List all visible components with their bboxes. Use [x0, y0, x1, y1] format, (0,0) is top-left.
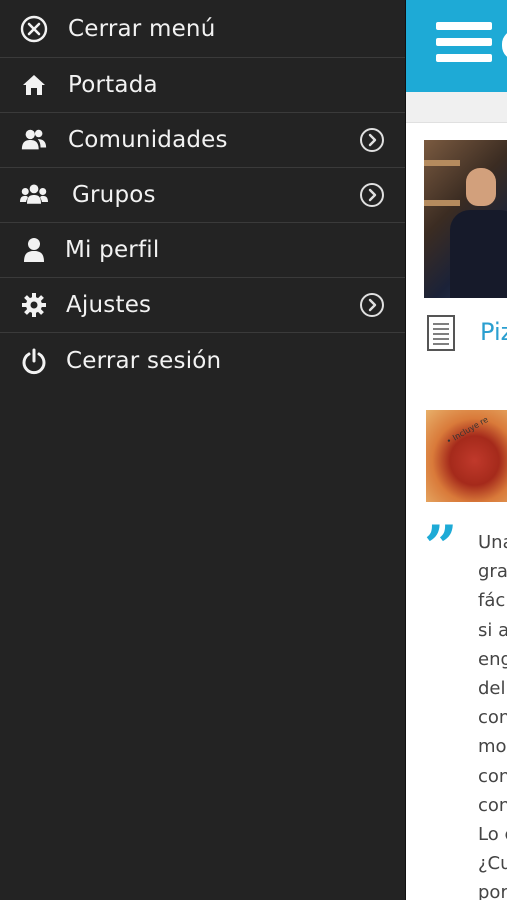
quote-line: del [478, 677, 506, 699]
quote-line: por [478, 882, 507, 900]
menu-item-label: Cerrar menú [68, 15, 216, 42]
app-header [406, 0, 507, 92]
menu-item-label: Portada [68, 72, 158, 98]
menu-item-label: Cerrar sesión [66, 347, 222, 374]
sub-header-bar [406, 92, 507, 123]
quote-line: eng [478, 648, 507, 670]
menu-item-comunidades[interactable]: Comunidades [0, 113, 405, 168]
quote-line: mo [478, 736, 507, 758]
quote-text: Una gra fác si a eng del con mo con con … [478, 528, 507, 900]
quote-line: con [478, 794, 507, 816]
quote-icon: ” [424, 513, 458, 581]
menu-item-label: Comunidades [68, 127, 228, 153]
quote-line: Una [478, 532, 507, 553]
power-icon [20, 347, 48, 375]
chevron-right-icon[interactable] [359, 292, 385, 318]
hamburger-menu-icon[interactable] [436, 22, 492, 70]
chevron-right-icon[interactable] [359, 127, 385, 153]
quote-line: si a [478, 619, 507, 641]
menu-item-cerrar-sesion[interactable]: Cerrar sesión [0, 333, 405, 388]
chevron-right-icon[interactable] [359, 182, 385, 208]
quote-line: ¿Cu [478, 853, 507, 875]
user-icon [20, 236, 48, 264]
menu-item-portada[interactable]: Portada [0, 58, 405, 113]
community-icon [20, 126, 48, 154]
quote-line: con [478, 707, 507, 729]
side-menu: Cerrar menú Portada Comunidades Grupos M… [0, 0, 406, 900]
quote-line: fác [478, 590, 506, 612]
article-image[interactable]: • Incluye re [426, 410, 507, 502]
background-page[interactable]: Piz • Incluye re ” Una gra fác si a eng … [406, 0, 507, 900]
document-icon [426, 314, 456, 352]
menu-item-mi-perfil[interactable]: Mi perfil [0, 223, 405, 278]
article-photo[interactable] [424, 140, 507, 298]
image-tag-text: • Incluye re [444, 414, 490, 447]
home-icon [20, 71, 48, 99]
quote-line: con [478, 765, 507, 787]
menu-item-label: Ajustes [66, 292, 152, 318]
quote-line: gra [478, 561, 507, 583]
article-title[interactable]: Piz [480, 318, 507, 346]
menu-item-grupos[interactable]: Grupos [0, 168, 405, 223]
groups-icon [20, 181, 48, 209]
menu-item-label: Mi perfil [65, 237, 160, 263]
menu-item-close-menu[interactable]: Cerrar menú [0, 0, 405, 58]
gear-icon [20, 291, 48, 319]
header-logo-partial [502, 30, 507, 60]
menu-item-ajustes[interactable]: Ajustes [0, 278, 405, 333]
quote-line: Lo c [478, 823, 507, 845]
close-circle-icon [20, 15, 48, 43]
menu-item-label: Grupos [72, 182, 156, 208]
